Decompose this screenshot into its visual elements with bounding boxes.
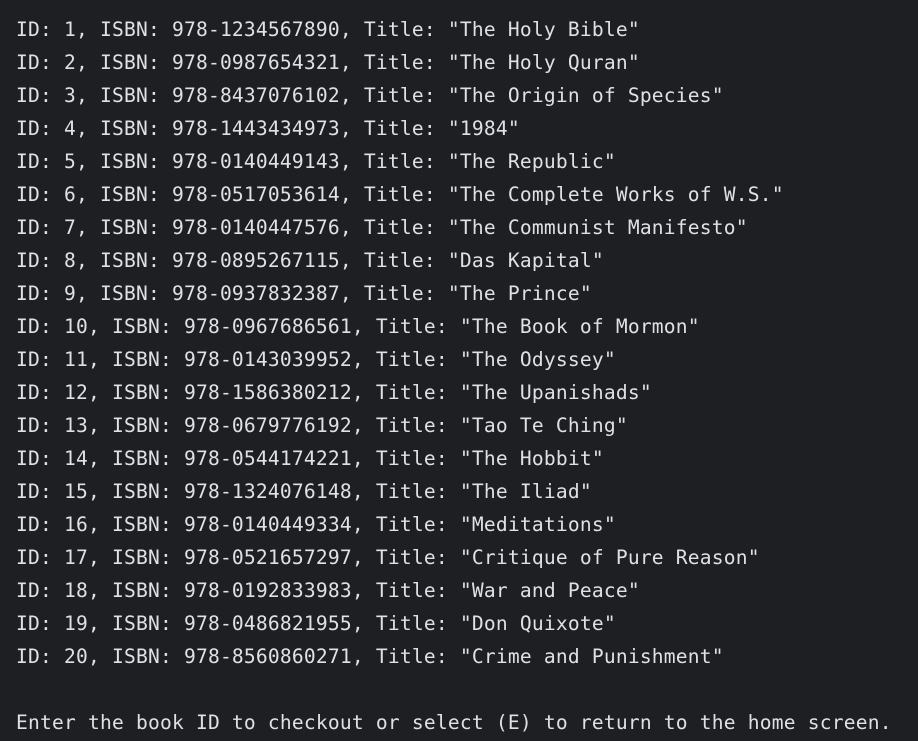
console-output: ID: 1, ISBN: 978-1234567890, Title: "The… (0, 0, 918, 741)
book-line-10: ID: 10, ISBN: 978-0967686561, Title: "Th… (16, 315, 700, 338)
book-line-20: ID: 20, ISBN: 978-8560860271, Title: "Cr… (16, 645, 724, 668)
book-line-1: ID: 1, ISBN: 978-1234567890, Title: "The… (16, 18, 640, 41)
book-line-12: ID: 12, ISBN: 978-1586380212, Title: "Th… (16, 381, 652, 404)
book-line-16: ID: 16, ISBN: 978-0140449334, Title: "Me… (16, 513, 616, 536)
checkout-prompt: Enter the book ID to checkout or select … (16, 711, 892, 734)
book-line-4: ID: 4, ISBN: 978-1443434973, Title: "198… (16, 117, 520, 140)
book-line-13: ID: 13, ISBN: 978-0679776192, Title: "Ta… (16, 414, 628, 437)
book-line-7: ID: 7, ISBN: 978-0140447576, Title: "The… (16, 216, 748, 239)
book-line-18: ID: 18, ISBN: 978-0192833983, Title: "Wa… (16, 579, 640, 602)
book-line-5: ID: 5, ISBN: 978-0140449143, Title: "The… (16, 150, 616, 173)
book-line-15: ID: 15, ISBN: 978-1324076148, Title: "Th… (16, 480, 592, 503)
book-line-6: ID: 6, ISBN: 978-0517053614, Title: "The… (16, 183, 784, 206)
book-line-17: ID: 17, ISBN: 978-0521657297, Title: "Cr… (16, 546, 760, 569)
book-line-2: ID: 2, ISBN: 978-0987654321, Title: "The… (16, 51, 640, 74)
book-line-11: ID: 11, ISBN: 978-0143039952, Title: "Th… (16, 348, 616, 371)
book-line-9: ID: 9, ISBN: 978-0937832387, Title: "The… (16, 282, 592, 305)
book-line-14: ID: 14, ISBN: 978-0544174221, Title: "Th… (16, 447, 604, 470)
book-line-19: ID: 19, ISBN: 978-0486821955, Title: "Do… (16, 612, 616, 635)
book-line-3: ID: 3, ISBN: 978-8437076102, Title: "The… (16, 84, 724, 107)
book-line-8: ID: 8, ISBN: 978-0895267115, Title: "Das… (16, 249, 604, 272)
